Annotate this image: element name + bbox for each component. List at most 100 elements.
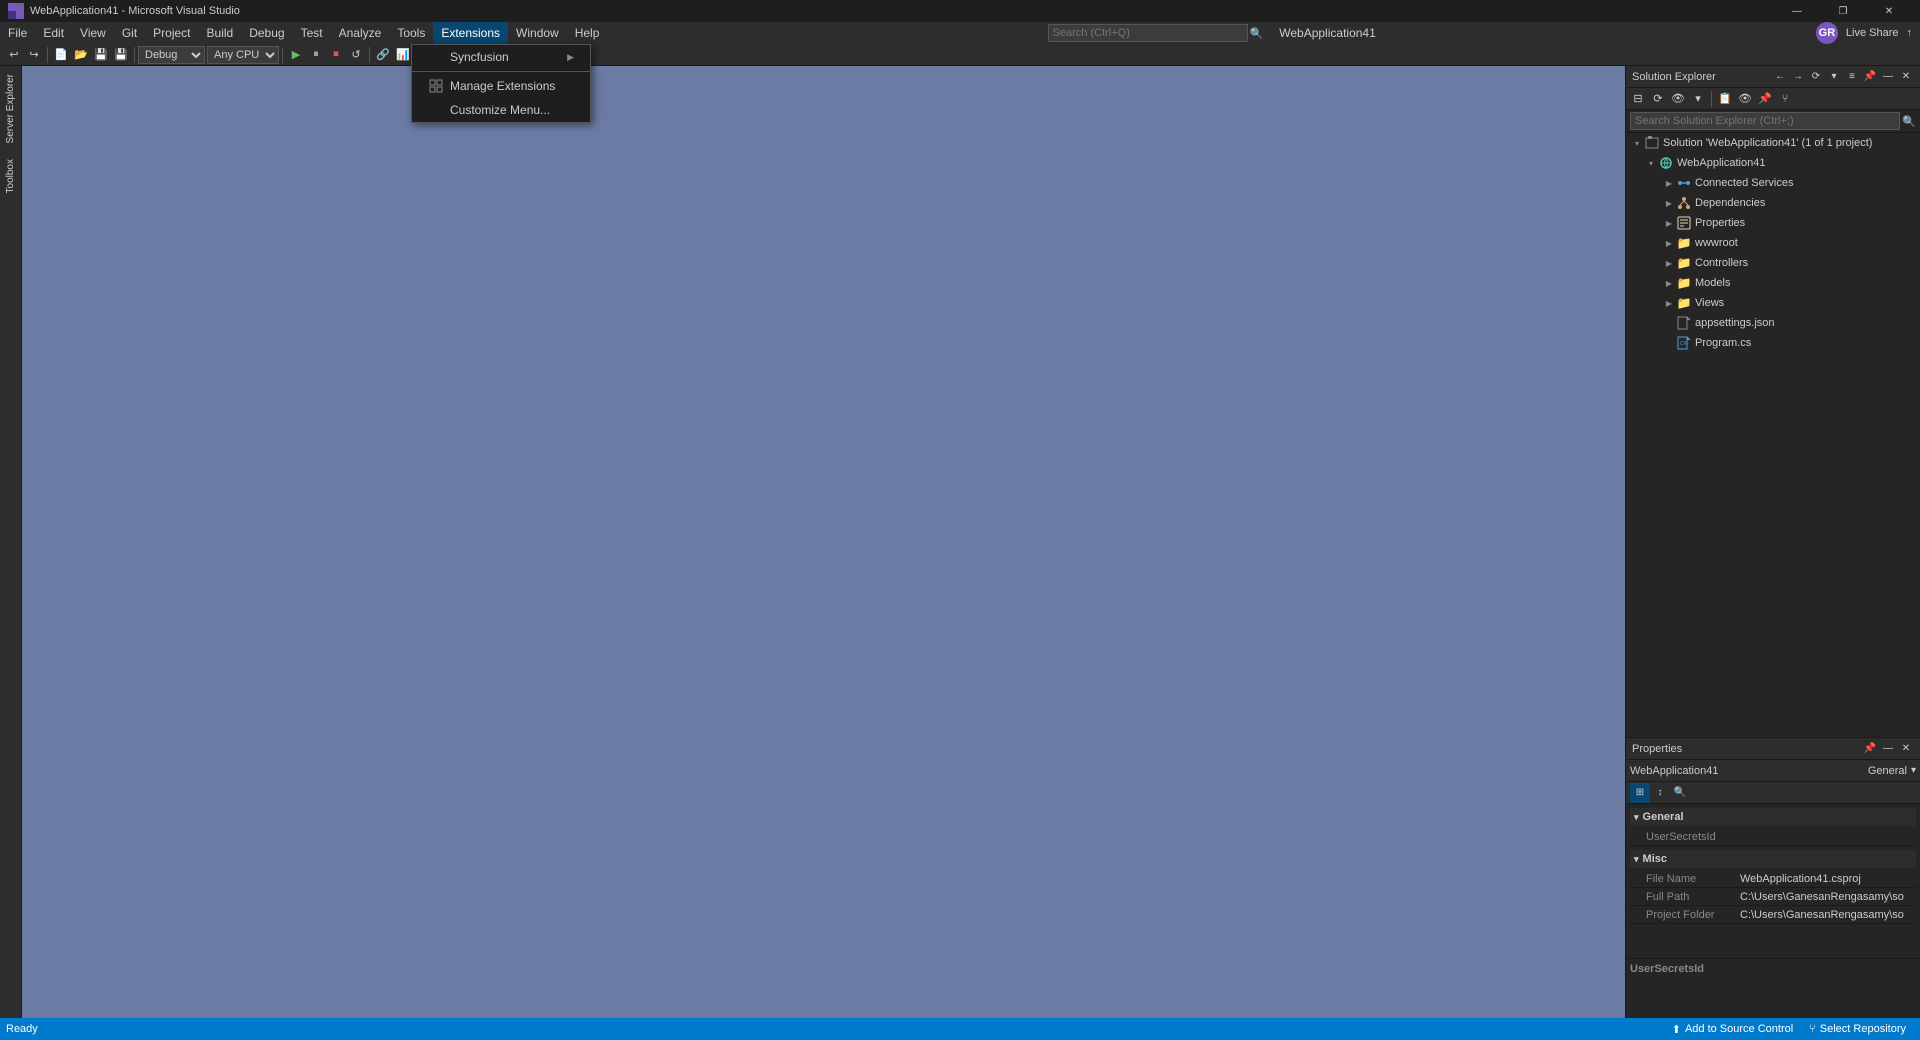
- se-showall-btn[interactable]: 👁: [1668, 89, 1688, 109]
- tree-item-connected-services[interactable]: ▶ Connected Services: [1626, 173, 1920, 193]
- menu-item-git[interactable]: Git: [114, 22, 145, 44]
- props-key-usersecretsid: UserSecretsId: [1630, 831, 1740, 843]
- se-tree-view[interactable]: ▾ Solution 'WebApplication41' (1 of 1 pr…: [1626, 133, 1920, 737]
- restart-button[interactable]: ↺: [346, 45, 366, 65]
- se-sync-icon[interactable]: ⟳: [1808, 69, 1824, 85]
- se-toolbar-icon[interactable]: ≡: [1844, 69, 1860, 85]
- solution-icon: [1644, 135, 1660, 151]
- menu-item-edit[interactable]: Edit: [35, 22, 72, 44]
- solution-explorer-header-icons: ← → ⟳ ▾ ≡ 📌 — ✕: [1772, 69, 1914, 85]
- se-filter-btn[interactable]: ▾: [1688, 89, 1708, 109]
- se-back-icon[interactable]: ←: [1772, 69, 1788, 85]
- menu-item-build[interactable]: Build: [199, 22, 242, 44]
- undo-button[interactable]: ↩: [4, 45, 24, 65]
- se-pin-icon[interactable]: 📌: [1862, 69, 1878, 85]
- menu-item-help[interactable]: Help: [567, 22, 608, 44]
- tree-item-programcs[interactable]: ▶ C# Program.cs: [1626, 333, 1920, 353]
- new-file-button[interactable]: 📄: [51, 45, 71, 65]
- tree-item-solution[interactable]: ▾ Solution 'WebApplication41' (1 of 1 pr…: [1626, 133, 1920, 153]
- attach-button[interactable]: 🔗: [373, 45, 393, 65]
- menu-item-test[interactable]: Test: [293, 22, 331, 44]
- tree-item-project[interactable]: ▾ WebApplication41: [1626, 153, 1920, 173]
- select-repository-btn[interactable]: ⑂ Select Repository: [1803, 1018, 1912, 1040]
- se-min-icon[interactable]: —: [1880, 69, 1896, 85]
- menu-item-tools[interactable]: Tools: [389, 22, 433, 44]
- menu-item-extensions[interactable]: Extensions: [433, 22, 508, 44]
- props-row-fullpath[interactable]: Full Path C:\Users\GanesanRengasamy\so: [1630, 888, 1916, 906]
- toolbar-sep-4: [369, 47, 370, 63]
- feedback-icon[interactable]: ↑: [1907, 27, 1913, 39]
- props-pin-icon[interactable]: 📌: [1862, 741, 1878, 757]
- se-settings-icon[interactable]: ▾: [1826, 69, 1842, 85]
- se-collapse-btn[interactable]: ⊟: [1628, 89, 1648, 109]
- props-close-icon[interactable]: ✕: [1898, 741, 1914, 757]
- props-dropdown-icon[interactable]: ▾: [1911, 765, 1916, 776]
- se-preview-btn[interactable]: 👁: [1735, 89, 1755, 109]
- dependencies-arrow: ▶: [1662, 199, 1676, 208]
- models-arrow: ▶: [1662, 279, 1676, 288]
- se-git-btn[interactable]: ⑂: [1775, 89, 1795, 109]
- menu-item-window[interactable]: Window: [508, 22, 567, 44]
- tree-item-models[interactable]: ▶ 📁 Models: [1626, 273, 1920, 293]
- menu-manage-extensions[interactable]: Manage Extensions: [412, 74, 590, 98]
- toolbox-tab[interactable]: Toolbox: [3, 151, 18, 201]
- pause-button[interactable]: ⏸: [306, 45, 326, 65]
- server-explorer-tab[interactable]: Server Explorer: [3, 66, 18, 151]
- menu-item-view[interactable]: View: [72, 22, 114, 44]
- se-search-input[interactable]: [1630, 112, 1900, 130]
- run-button[interactable]: ▶: [286, 45, 306, 65]
- wwwroot-arrow: ▶: [1662, 239, 1676, 248]
- profile-icon[interactable]: GR: [1816, 22, 1838, 44]
- wwwroot-icon: 📁: [1676, 235, 1692, 251]
- redo-button[interactable]: ↪: [24, 45, 44, 65]
- appsettings-label: appsettings.json: [1695, 317, 1775, 329]
- tree-item-dependencies[interactable]: ▶ Dependencies: [1626, 193, 1920, 213]
- se-close-icon[interactable]: ✕: [1898, 69, 1914, 85]
- se-pendingchg-btn[interactable]: 📌: [1755, 89, 1775, 109]
- properties-panel-title: Properties: [1632, 743, 1862, 755]
- title-bar: WebApplication41 - Microsoft Visual Stud…: [0, 0, 1920, 22]
- se-forward-icon[interactable]: →: [1790, 69, 1806, 85]
- project-arrow: ▾: [1644, 159, 1658, 168]
- menu-item-file[interactable]: File: [0, 22, 35, 44]
- menu-item-project[interactable]: Project: [145, 22, 198, 44]
- props-alpha-btn[interactable]: ↕: [1650, 783, 1670, 803]
- properties-object-selector: WebApplication41 General ▾: [1626, 760, 1920, 782]
- views-arrow: ▶: [1662, 299, 1676, 308]
- maximize-button[interactable]: ❐: [1820, 0, 1866, 22]
- tree-item-views[interactable]: ▶ 📁 Views: [1626, 293, 1920, 313]
- menu-syncfusion[interactable]: Syncfusion ▶: [412, 45, 590, 69]
- minimize-button[interactable]: —: [1774, 0, 1820, 22]
- props-row-filename[interactable]: File Name WebApplication41.csproj: [1630, 870, 1916, 888]
- stop-button[interactable]: ⏹: [326, 45, 346, 65]
- programcs-icon: C#: [1676, 335, 1692, 351]
- add-source-control-btn[interactable]: ⬆ Add to Source Control: [1666, 1018, 1799, 1040]
- perf-button[interactable]: 📊: [393, 45, 413, 65]
- editor-area[interactable]: [22, 66, 1625, 1018]
- live-share-button[interactable]: Live Share: [1846, 27, 1899, 39]
- tree-item-appsettings[interactable]: ▶ appsettings.json: [1626, 313, 1920, 333]
- tree-item-controllers[interactable]: ▶ 📁 Controllers: [1626, 253, 1920, 273]
- props-min-icon[interactable]: —: [1880, 741, 1896, 757]
- toolbar-sep-2: [134, 47, 135, 63]
- props-row-usersecretsid[interactable]: UserSecretsId: [1630, 828, 1916, 846]
- se-refresh-btn[interactable]: ⟳: [1648, 89, 1668, 109]
- menu-customize-menu[interactable]: Customize Menu...: [412, 98, 590, 122]
- save-all-button[interactable]: 💾: [111, 45, 131, 65]
- props-search-btn[interactable]: 🔍: [1670, 783, 1690, 803]
- status-ready: Ready: [0, 1018, 44, 1040]
- props-cat-btn[interactable]: ⊞: [1630, 783, 1650, 803]
- menu-search-input[interactable]: [1048, 24, 1248, 42]
- tree-item-properties[interactable]: ▶ Properties: [1626, 213, 1920, 233]
- save-button[interactable]: 💾: [91, 45, 111, 65]
- se-props-btn[interactable]: 📋: [1715, 89, 1735, 109]
- debug-mode-select[interactable]: Debug Release: [138, 46, 205, 64]
- props-row-projectfolder[interactable]: Project Folder C:\Users\GanesanRengasamy…: [1630, 906, 1916, 924]
- syncfusion-icon: [428, 49, 444, 65]
- open-button[interactable]: 📂: [71, 45, 91, 65]
- platform-select[interactable]: Any CPU: [207, 46, 279, 64]
- tree-item-wwwroot[interactable]: ▶ 📁 wwwroot: [1626, 233, 1920, 253]
- menu-item-debug[interactable]: Debug: [241, 22, 292, 44]
- close-button[interactable]: ✕: [1866, 0, 1912, 22]
- menu-item-analyze[interactable]: Analyze: [331, 22, 390, 44]
